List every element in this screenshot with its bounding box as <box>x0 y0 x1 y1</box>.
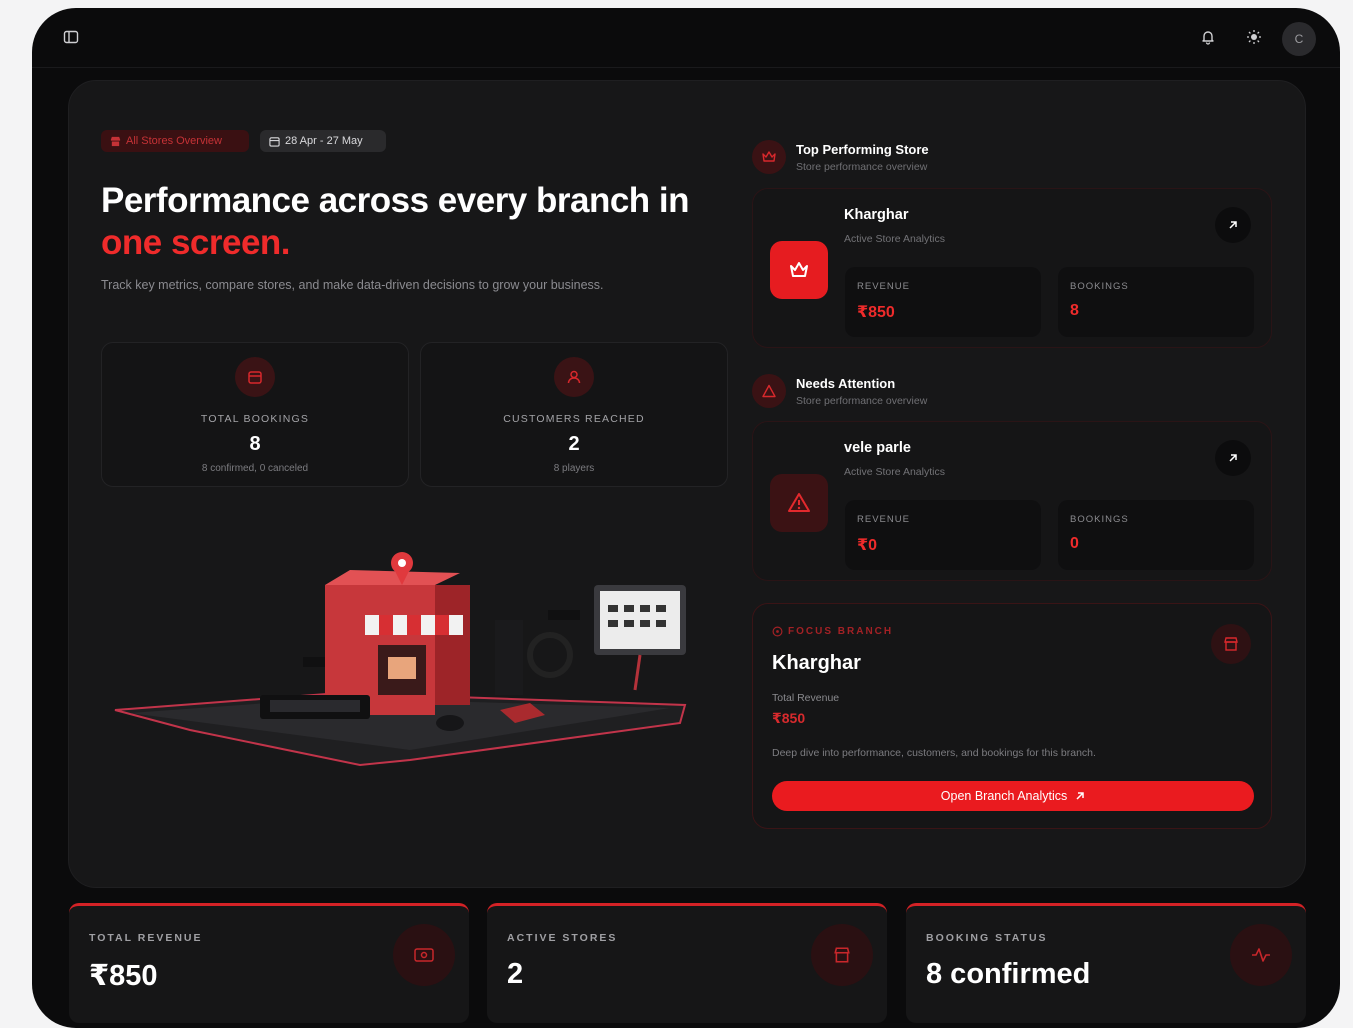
metric-label: REVENUE <box>857 281 910 292</box>
focus-description: Deep dive into performance, customers, a… <box>772 747 1096 759</box>
stat-label: CUSTOMERS REACHED <box>503 413 645 425</box>
warning-icon <box>770 474 828 532</box>
page-title: Performance across every branch in one s… <box>101 180 721 264</box>
open-store-link[interactable] <box>1215 207 1251 243</box>
store-name: vele parle <box>844 440 911 456</box>
store-illustration <box>114 552 687 767</box>
stat-sub: 8 players <box>553 463 595 474</box>
section-title: Needs Attention <box>796 376 896 391</box>
store-subtitle: Active Store Analytics <box>844 233 945 245</box>
date-range-picker[interactable]: 28 Apr - 27 May <box>260 130 386 152</box>
card-value: 8 confirmed <box>926 958 1091 990</box>
page-subtitle: Track key metrics, compare stores, and m… <box>101 278 604 292</box>
card-label: BOOKING STATUS <box>926 932 1048 944</box>
stat-sub: 8 confirmed, 0 canceled <box>201 463 309 474</box>
focus-branch-name: Kharghar <box>772 652 861 674</box>
bell-icon[interactable] <box>1197 26 1219 48</box>
focus-branch-label-text: FOCUS BRANCH <box>788 626 894 637</box>
bookings-metric: BOOKINGS 8 <box>1058 267 1254 337</box>
total-revenue-card: TOTAL REVENUE ₹850 <box>69 903 469 1023</box>
store-icon <box>110 136 121 146</box>
attention-store-card[interactable]: vele parle Active Store Analytics REVENU… <box>752 421 1272 581</box>
calendar-icon <box>269 136 280 147</box>
calendar-icon <box>235 357 275 397</box>
metric-value: ₹850 <box>857 304 895 321</box>
warning-icon <box>752 374 786 408</box>
open-branch-analytics-button[interactable]: Open Branch Analytics <box>772 781 1254 811</box>
headline-accent: one screen. <box>101 223 291 262</box>
top-bar: C <box>32 8 1340 68</box>
top-performing-header: Top Performing Store Store performance o… <box>752 138 929 174</box>
all-stores-tag-label: All Stores Overview <box>126 135 222 147</box>
sidebar-panel-icon[interactable] <box>60 26 82 48</box>
metric-value: 8 <box>1070 302 1079 319</box>
crown-icon <box>752 140 786 174</box>
button-label: Open Branch Analytics <box>940 789 1068 803</box>
card-value: 2 <box>507 958 524 990</box>
card-label: ACTIVE STORES <box>507 932 618 944</box>
stat-value: 2 <box>568 433 580 455</box>
user-icon <box>554 357 594 397</box>
booking-status-card: BOOKING STATUS 8 confirmed <box>906 903 1306 1023</box>
store-name: Kharghar <box>844 207 909 223</box>
metric-label: REVENUE <box>857 514 910 525</box>
total-revenue-value: ₹850 <box>772 710 806 726</box>
open-store-link[interactable] <box>1215 440 1251 476</box>
stat-value: 8 <box>249 433 261 455</box>
focus-branch-label: FOCUS BRANCH <box>772 626 893 637</box>
stat-card-total-bookings: TOTAL BOOKINGS 8 8 confirmed, 0 canceled <box>101 342 409 487</box>
avatar[interactable]: C <box>1282 22 1316 56</box>
date-range-label: 28 Apr - 27 May <box>285 135 363 147</box>
sun-icon[interactable] <box>1243 26 1265 48</box>
section-subtitle: Store performance overview <box>796 161 928 173</box>
section-title: Top Performing Store <box>796 142 929 157</box>
needs-attention-header: Needs Attention Store performance overvi… <box>752 372 927 408</box>
bookings-metric: BOOKINGS 0 <box>1058 500 1254 570</box>
stat-card-customers-reached: CUSTOMERS REACHED 2 8 players <box>420 342 728 487</box>
headline-main: Performance across every branch in <box>101 181 690 220</box>
cash-icon <box>393 924 455 986</box>
revenue-metric: REVENUE ₹0 <box>845 500 1041 570</box>
store-icon <box>1211 624 1251 664</box>
metric-label: BOOKINGS <box>1070 281 1129 292</box>
metric-value: 0 <box>1070 535 1079 552</box>
target-icon <box>772 626 783 637</box>
card-label: TOTAL REVENUE <box>89 932 203 944</box>
metric-value: ₹0 <box>857 537 878 554</box>
crown-icon <box>770 241 828 299</box>
focus-branch-card: FOCUS BRANCH Kharghar Total Revenue ₹850… <box>752 603 1272 829</box>
store-subtitle: Active Store Analytics <box>844 466 945 478</box>
metric-label: BOOKINGS <box>1070 514 1129 525</box>
arrow-up-right-icon <box>1076 792 1084 800</box>
arrow-up-right-icon <box>1229 221 1237 229</box>
store-icon <box>811 924 873 986</box>
total-revenue-label: Total Revenue <box>772 692 840 704</box>
active-stores-card: ACTIVE STORES 2 <box>487 903 887 1023</box>
all-stores-tag[interactable]: All Stores Overview <box>101 130 249 152</box>
stat-label: TOTAL BOOKINGS <box>200 413 310 425</box>
card-value: ₹850 <box>89 960 158 992</box>
revenue-metric: REVENUE ₹850 <box>845 267 1041 337</box>
arrow-up-right-icon <box>1229 454 1237 462</box>
section-subtitle: Store performance overview <box>796 395 928 407</box>
activity-icon <box>1230 924 1292 986</box>
top-store-card[interactable]: Kharghar Active Store Analytics REVENUE … <box>752 188 1272 348</box>
